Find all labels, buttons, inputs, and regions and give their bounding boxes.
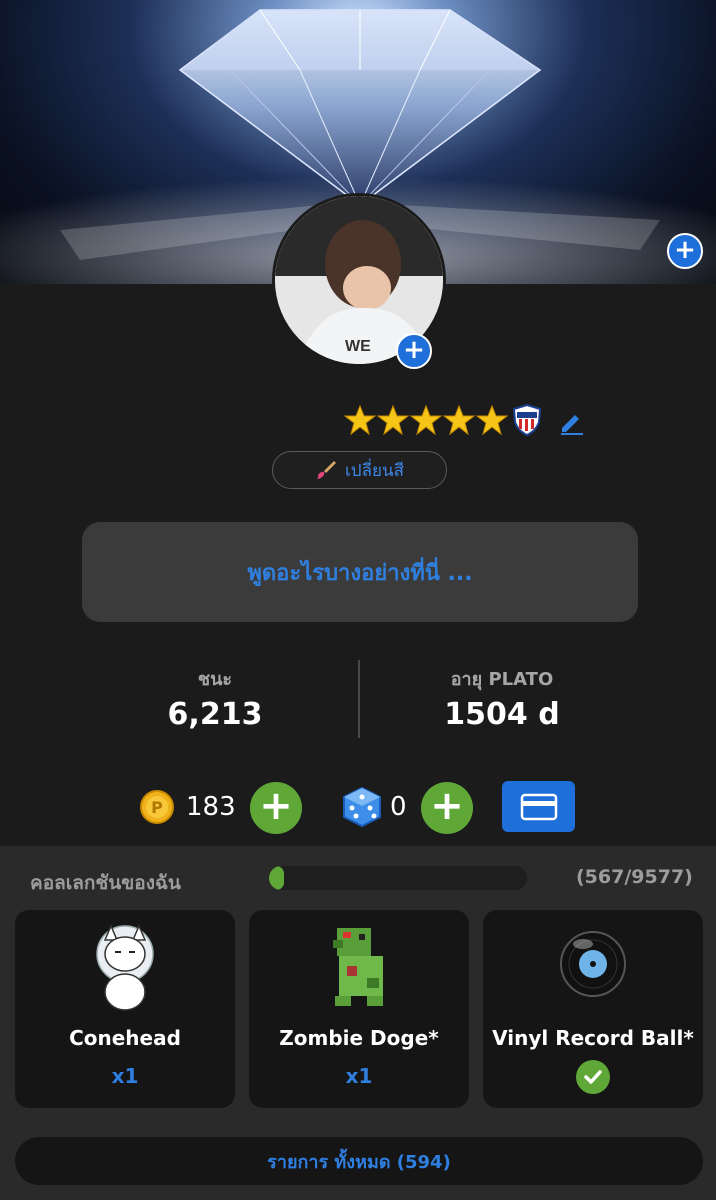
wins-value: 6,213 <box>167 697 263 732</box>
add-coins-button[interactable]: + <box>250 782 302 834</box>
paintbrush-icon <box>317 461 336 479</box>
plato-age-stat: อายุ PLATO 1504 d <box>352 664 652 732</box>
collection-item-name: Vinyl Record Ball* <box>492 1026 694 1050</box>
rating-stars <box>344 404 508 436</box>
collection-item-card[interactable]: Conehead x1 <box>15 910 235 1108</box>
collection-item-qty: x1 <box>111 1064 139 1088</box>
collection-count: (567/9577) <box>576 866 693 888</box>
zombie-frog-icon <box>333 928 383 1006</box>
star-icon <box>410 404 442 436</box>
star-icon <box>344 404 376 436</box>
dice-icon <box>343 786 381 828</box>
collection-item-name: Conehead <box>69 1026 181 1050</box>
wins-label: ชนะ <box>197 669 233 690</box>
shield-badge-icon <box>512 404 542 436</box>
collection-item-card[interactable]: Vinyl Record Ball* <box>483 910 703 1108</box>
plato-age-value: 1504 d <box>444 697 560 732</box>
status-message-input[interactable]: พูดอะไรบางอย่างที่นี่ ... <box>82 522 638 622</box>
collection-item-name: Zombie Doge* <box>279 1026 439 1050</box>
collection-progress-bar <box>269 866 527 890</box>
collection-title: คอลเลกชันของฉัน <box>30 872 181 894</box>
dice-balance: 0 <box>390 792 407 822</box>
star-icon <box>377 404 409 436</box>
add-avatar-button[interactable]: + <box>396 333 432 369</box>
change-color-label: เปลี่ยนสี <box>345 460 404 481</box>
cat-cone-icon <box>96 924 154 1011</box>
wallet-card-icon <box>520 793 557 820</box>
coin-icon: P <box>140 790 174 824</box>
edit-pencil-icon[interactable] <box>558 408 586 436</box>
coin-balance: 183 <box>186 792 236 822</box>
collection-item-card[interactable]: Zombie Doge* x1 <box>249 910 469 1108</box>
wallet-button[interactable] <box>502 781 575 832</box>
wins-stat: ชนะ 6,213 <box>65 664 365 732</box>
all-items-button[interactable]: รายการ ทั้งหมด (594) <box>15 1137 703 1185</box>
plato-age-label: อายุ PLATO <box>450 669 554 690</box>
collection-item-qty: x1 <box>345 1064 373 1088</box>
star-icon <box>443 404 475 436</box>
owned-check-icon <box>576 1060 610 1094</box>
add-cover-button[interactable]: + <box>667 233 703 269</box>
add-dice-button[interactable]: + <box>421 782 473 834</box>
all-items-label: รายการ ทั้งหมด (594) <box>267 1151 451 1173</box>
svg-text:P: P <box>151 798 163 817</box>
vinyl-ball-icon <box>560 931 626 997</box>
svg-text:WE: WE <box>345 338 371 355</box>
status-placeholder: พูดอะไรบางอย่างที่นี่ ... <box>247 560 473 586</box>
star-icon <box>476 404 508 436</box>
change-color-button[interactable]: เปลี่ยนสี <box>272 451 447 489</box>
